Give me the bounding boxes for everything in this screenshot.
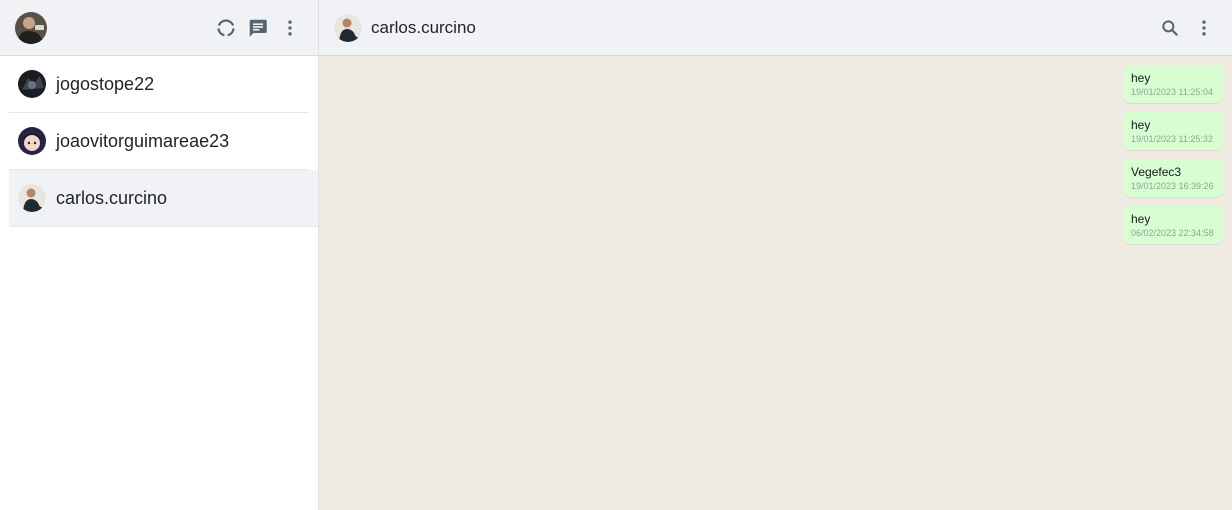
conversation-panel: carlos.curcino hey 19/01/2023 11:25:04 h…: [319, 0, 1232, 510]
contact-avatar[interactable]: [334, 13, 362, 42]
chat-list-item[interactable]: jogostope22: [9, 56, 309, 113]
outgoing-message[interactable]: hey 06/02/2023 22:34:58: [1123, 206, 1223, 244]
chat-list-item-active[interactable]: carlos.curcino: [9, 170, 318, 227]
message-timestamp: 19/01/2023 11:25:04: [1131, 87, 1213, 97]
contact-avatar: [18, 184, 46, 212]
outgoing-message[interactable]: hey 19/01/2023 11:25:32: [1123, 112, 1223, 150]
message-text: hey: [1131, 71, 1151, 85]
message-text: hey: [1131, 212, 1151, 226]
chat-list-item[interactable]: joaovitorguimareae23: [9, 113, 309, 170]
menu-icon[interactable]: [1192, 16, 1216, 40]
message-timestamp: 06/02/2023 22:34:58: [1131, 228, 1214, 238]
chat-name: joaovitorguimareae23: [56, 130, 230, 151]
contact-name[interactable]: carlos.curcino: [371, 18, 476, 38]
menu-icon[interactable]: [278, 16, 302, 40]
outgoing-message[interactable]: Vegefec3 19/01/2023 16:39:26: [1123, 159, 1223, 197]
search-icon[interactable]: [1158, 16, 1182, 40]
status-icon[interactable]: [214, 16, 238, 40]
contact-avatar: [18, 70, 46, 98]
outgoing-message[interactable]: hey 19/01/2023 11:25:04: [1123, 65, 1223, 103]
new-chat-icon[interactable]: [246, 16, 270, 40]
chat-name: jogostope22: [56, 73, 155, 94]
chat-list: jogostope22 joaovitorguimareae23 carlos.…: [0, 56, 318, 510]
message-timestamp: 19/01/2023 11:25:32: [1131, 134, 1213, 144]
message-text: hey: [1131, 118, 1151, 132]
contact-avatar: [18, 127, 46, 155]
message-text: Vegefec3: [1131, 165, 1182, 179]
conversation-header: carlos.curcino: [319, 0, 1232, 56]
user-avatar[interactable]: [15, 11, 47, 44]
message-list: hey 19/01/2023 11:25:04 hey 19/01/2023 1…: [319, 56, 1232, 510]
chat-app: jogostope22 joaovitorguimareae23 carlos.…: [0, 0, 1232, 510]
sidebar: jogostope22 joaovitorguimareae23 carlos.…: [0, 0, 319, 510]
message-timestamp: 19/01/2023 16:39:26: [1131, 181, 1214, 191]
chat-name: carlos.curcino: [56, 187, 168, 208]
sidebar-header: [0, 0, 318, 56]
